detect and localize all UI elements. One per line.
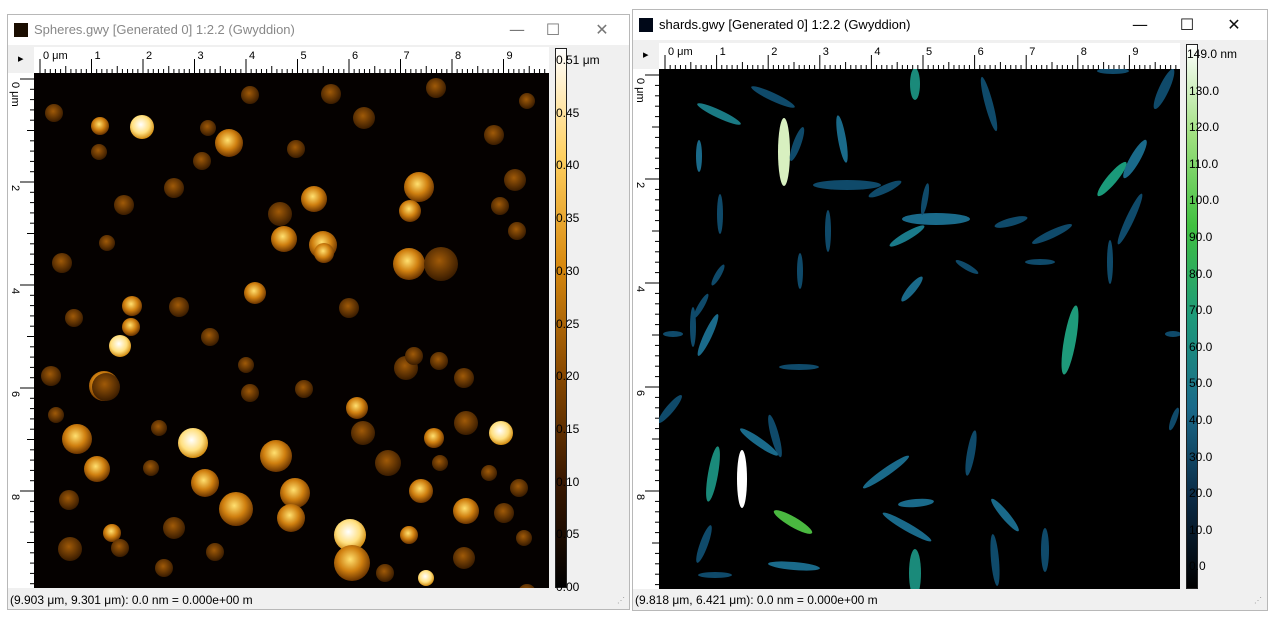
status-bar-readout: (9.903 μm, 9.301 μm): 0.0 nm = 0.000e+00… bbox=[10, 593, 253, 607]
spheres-field bbox=[41, 78, 535, 588]
ruler-label: 3 bbox=[823, 46, 829, 58]
ruler-label: 7 bbox=[1029, 46, 1035, 58]
ruler-marker-icon: ▸ bbox=[18, 53, 24, 65]
colorbar-tick-label: 0.00 bbox=[556, 580, 580, 594]
ruler-label: 4 bbox=[874, 46, 880, 58]
ruler-label: 6 bbox=[978, 46, 984, 58]
ruler-label: 1 bbox=[95, 50, 101, 62]
horizontal-ruler: 0 μm 1 2 3 4 5 6 7 8 9 bbox=[659, 43, 1180, 69]
colorbar-tick-label: 100.0 bbox=[1189, 193, 1220, 208]
colorbar-max-label: 149.0 nm bbox=[1187, 47, 1238, 61]
colorbar-tick-label: 90.0 bbox=[1189, 230, 1213, 244]
maximize-button[interactable]: ☐ bbox=[1164, 10, 1210, 40]
shards-titlebar[interactable]: shards.gwy [Generated 0] 1:2.2 (Gwyddion… bbox=[633, 10, 1267, 40]
ruler-corner: ▸ bbox=[8, 47, 34, 73]
ruler-label: 7 bbox=[404, 50, 410, 62]
resize-grip-icon[interactable]: ⋰ bbox=[617, 596, 627, 606]
colorbar-tick-label: 80.0 bbox=[1189, 266, 1213, 281]
colorbar-tick-label: 40.0 bbox=[1189, 413, 1213, 427]
ruler-label: 0 μm bbox=[9, 82, 21, 107]
colorbar-tick-label: 0.30 bbox=[556, 263, 580, 278]
ruler-label: 4 bbox=[634, 286, 646, 292]
colorbar-tick-label: 0.35 bbox=[556, 211, 580, 226]
spheres-titlebar[interactable]: Spheres.gwy [Generated 0] 1:2.2 (Gwyddio… bbox=[8, 15, 629, 45]
colorbar-tick-label: 30.0 bbox=[1189, 449, 1213, 464]
colorbar-tick-label: 60.0 bbox=[1189, 339, 1213, 354]
ruler-label: 8 bbox=[455, 50, 461, 62]
ruler-label: 6 bbox=[634, 390, 646, 396]
colorbar-tick-label: 120.0 bbox=[1189, 120, 1220, 135]
horizontal-ruler: 0 μm 1 2 3 4 5 6 7 8 9 bbox=[34, 47, 549, 73]
ruler-label: 8 bbox=[1081, 46, 1087, 58]
height-map-image[interactable] bbox=[659, 69, 1180, 589]
ruler-label: 5 bbox=[926, 46, 932, 58]
colorbar-tick-label: 50.0 bbox=[1189, 376, 1213, 391]
ruler-label: 0 μm bbox=[668, 46, 693, 58]
close-button[interactable]: ✕ bbox=[579, 15, 625, 45]
gwyddion-app-icon bbox=[14, 23, 28, 37]
colorbar-max-label: 0.51 μm bbox=[556, 53, 600, 67]
ruler-marker-icon: ▸ bbox=[643, 49, 649, 61]
ruler-label: 5 bbox=[301, 50, 307, 62]
window-title: Spheres.gwy [Generated 0] 1:2.2 (Gwyddio… bbox=[34, 22, 295, 37]
colorbar-tick-label: 0.10 bbox=[556, 474, 580, 489]
maximize-button[interactable]: ☐ bbox=[530, 15, 576, 45]
spheres-window: Spheres.gwy [Generated 0] 1:2.2 (Gwyddio… bbox=[7, 14, 630, 610]
ruler-label: 2 bbox=[9, 185, 21, 191]
colorbar-tick-label: 110.0 bbox=[1189, 156, 1219, 171]
colorbar-tick-label: 70.0 bbox=[1189, 303, 1213, 318]
ruler-label: 8 bbox=[634, 494, 646, 500]
status-bar-readout: (9.818 μm, 6.421 μm): 0.0 nm = 0.000e+00… bbox=[635, 593, 878, 607]
ruler-label: 9 bbox=[1132, 46, 1138, 58]
ruler-label: 6 bbox=[9, 391, 21, 397]
colorbar-tick-label: 130.0 bbox=[1189, 83, 1220, 98]
ruler-label: 3 bbox=[198, 50, 204, 62]
colorbar-tick-label: 0.0 bbox=[1189, 559, 1206, 574]
height-map-image[interactable] bbox=[34, 73, 549, 588]
colorbar-tick-label: 20.0 bbox=[1189, 486, 1213, 501]
window-title: shards.gwy [Generated 0] 1:2.2 (Gwyddion… bbox=[659, 17, 911, 32]
ruler-label: 2 bbox=[146, 50, 152, 62]
shards-window: shards.gwy [Generated 0] 1:2.2 (Gwyddion… bbox=[632, 9, 1268, 611]
ruler-label: 6 bbox=[352, 50, 358, 62]
ruler-label: 0 μm bbox=[43, 50, 68, 62]
gwyddion-app-icon bbox=[639, 18, 653, 32]
ruler-corner: ▸ bbox=[633, 43, 659, 69]
ruler-label: 0 μm bbox=[634, 78, 646, 103]
colorbar-tick-label: 0.45 bbox=[556, 105, 580, 120]
minimize-button[interactable]: — bbox=[1117, 10, 1163, 40]
colorbar-tick-label: 0.05 bbox=[556, 527, 580, 542]
colorbar-tick-label: 10.0 bbox=[1189, 522, 1213, 537]
ruler-label: 1 bbox=[720, 46, 726, 58]
colorbar-tick-label: 0.40 bbox=[556, 158, 580, 173]
colorbar-tick-label: 0.25 bbox=[556, 316, 580, 331]
ruler-label: 2 bbox=[634, 182, 646, 188]
ruler-label: 9 bbox=[507, 50, 513, 62]
shards-field bbox=[659, 69, 1180, 589]
vertical-ruler: 0 μm 2 4 6 8 bbox=[8, 73, 34, 588]
vertical-ruler: 0 μm 2 4 6 8 bbox=[633, 69, 659, 589]
colorbar-tick-label: 0.15 bbox=[556, 421, 580, 436]
close-button[interactable]: ✕ bbox=[1211, 10, 1257, 40]
ruler-label: 8 bbox=[9, 494, 21, 500]
ruler-label: 4 bbox=[249, 50, 255, 62]
ruler-label: 4 bbox=[9, 288, 21, 294]
ruler-label: 2 bbox=[771, 46, 777, 58]
colorbar-tick-label: 0.20 bbox=[556, 369, 580, 384]
resize-grip-icon[interactable]: ⋰ bbox=[1254, 596, 1264, 606]
